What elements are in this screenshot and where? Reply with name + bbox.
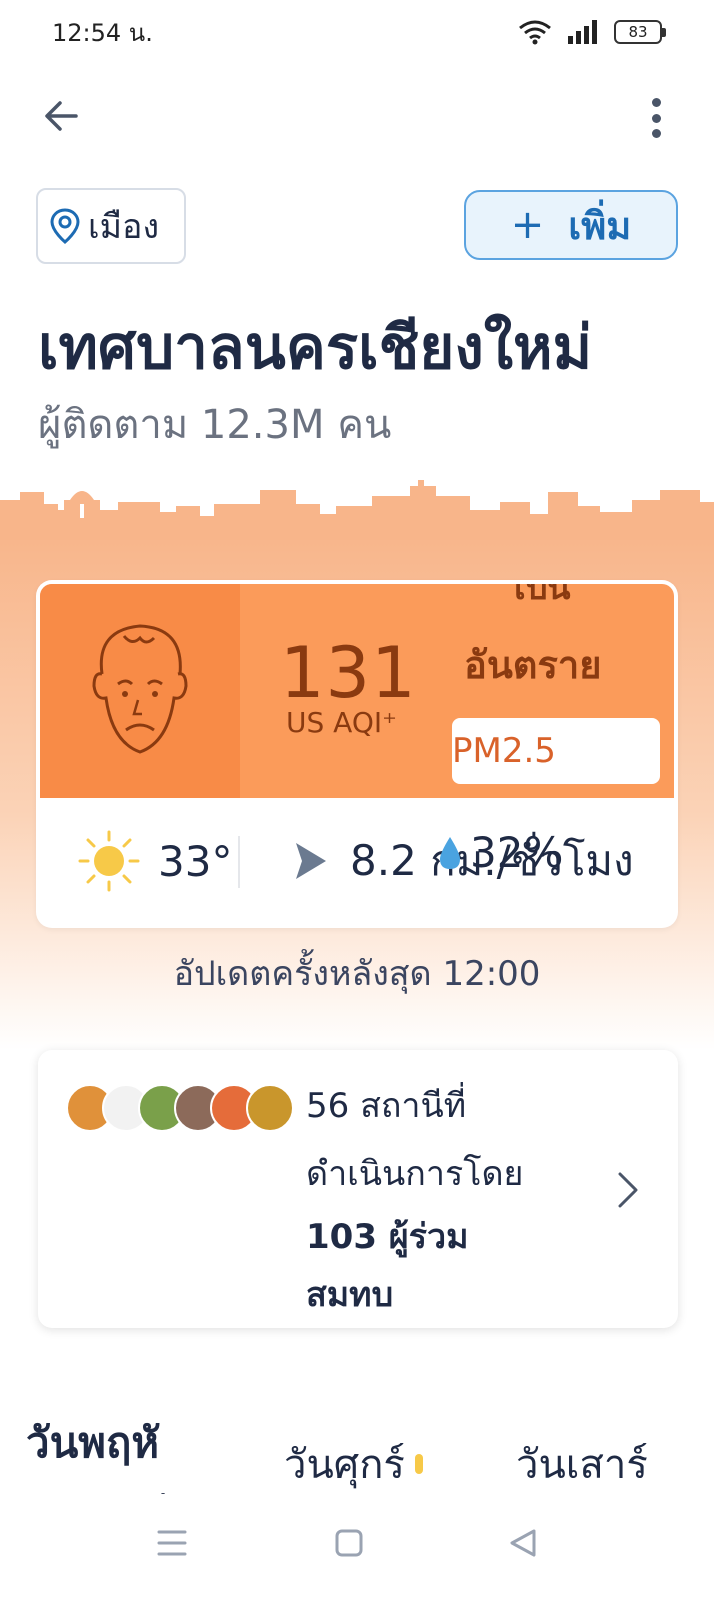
followers-count: ผู้ติดตาม 12.3M คน: [38, 402, 392, 448]
location-pin-icon: [50, 208, 80, 244]
add-button-label: เพิ่ม: [568, 203, 632, 248]
top-app-bar: [0, 86, 714, 148]
home-square-icon[interactable]: [334, 1528, 364, 1558]
add-button[interactable]: + เพิ่ม: [464, 190, 678, 260]
chevron-right-icon: [618, 1172, 638, 1208]
humidity: 32%: [436, 828, 563, 877]
wifi-icon: [519, 20, 551, 45]
aqi-status-prefix: เป็น: [514, 584, 571, 608]
forecast-day-tabs: วันพฤหั สบดี วันศุกร์ วันเสาร์: [0, 1400, 714, 1494]
aqi-value: 131: [280, 632, 417, 714]
status-bar: 12:54 น. 83: [0, 0, 714, 64]
temperature-value: 33°: [158, 836, 233, 886]
contributors-count: 103 ผู้ร่วม: [306, 1217, 469, 1257]
forecast-indicator: [414, 1454, 423, 1474]
aqi-status: อันตราย: [464, 643, 602, 687]
arrow-left-icon[interactable]: [40, 94, 84, 138]
aqi-card[interactable]: 131 US AQI⁺ เป็น อันตราย PM2.5 33° 8.2 ก…: [36, 580, 678, 928]
contributor-avatars: [66, 1084, 294, 1132]
tab-day-label: วันศุกร์: [284, 1442, 405, 1488]
humidity-value: 32%: [470, 828, 564, 877]
stations-count: 56 สถานีที่: [306, 1086, 467, 1126]
contributors-label: สมทบ: [306, 1275, 394, 1315]
tab-day[interactable]: วันเสาร์: [516, 1432, 648, 1496]
status-icons: 83: [518, 19, 666, 45]
pollutant-label: PM2.5: [452, 731, 556, 771]
city-skyline-illustration: [0, 480, 714, 540]
menu-icon[interactable]: [156, 1528, 188, 1558]
humidity-drop-icon: [440, 836, 460, 869]
aqi-unit: US AQI⁺: [286, 706, 397, 739]
aqi-summary: 131 US AQI⁺ เป็น อันตราย PM2.5: [40, 584, 674, 798]
tab-day[interactable]: วันศุกร์: [284, 1432, 423, 1496]
tab-day-label: วันเสาร์: [516, 1442, 648, 1488]
tab-day-active-overflow: สบดี: [110, 1486, 167, 1494]
unhappy-face-icon: [92, 624, 188, 754]
stations-info: 56 สถานีที่ ดำเนินการโดย 103 ผู้ร่วม สมท…: [306, 1072, 626, 1324]
stations-operated-by: ดำเนินการโดย: [306, 1154, 524, 1194]
last-updated: อัปเดตครั้งหลังสุด 12:00: [173, 954, 541, 994]
city-chip-label: เมือง: [88, 207, 160, 247]
tab-day-active[interactable]: วันพฤหั: [26, 1410, 159, 1476]
status-time: 12:54 น.: [52, 18, 153, 47]
weather-row: 33° 8.2 กม./ชั่วโมง 32%: [36, 798, 678, 928]
sun-icon: [78, 830, 140, 892]
signal-icon: [568, 20, 597, 44]
stations-card[interactable]: 56 สถานีที่ ดำเนินการโดย 103 ผู้ร่วม สมท…: [38, 1050, 678, 1328]
aqi-face-panel: [40, 584, 240, 798]
back-triangle-icon[interactable]: [508, 1528, 538, 1558]
more-vertical-icon[interactable]: [644, 94, 668, 142]
avatar: [246, 1084, 294, 1132]
weather-divider: [238, 836, 240, 888]
battery-indicator: 83: [614, 20, 666, 44]
page-title: เทศบาลนครเชียงใหม่: [38, 313, 593, 383]
plus-icon: +: [510, 202, 545, 248]
system-navigation-bar: [0, 1500, 714, 1599]
wind-direction-icon: [296, 843, 326, 879]
city-chip[interactable]: เมือง: [36, 188, 186, 264]
main-pollutant-chip[interactable]: PM2.5: [452, 718, 660, 784]
temperature: 33°: [76, 828, 232, 894]
